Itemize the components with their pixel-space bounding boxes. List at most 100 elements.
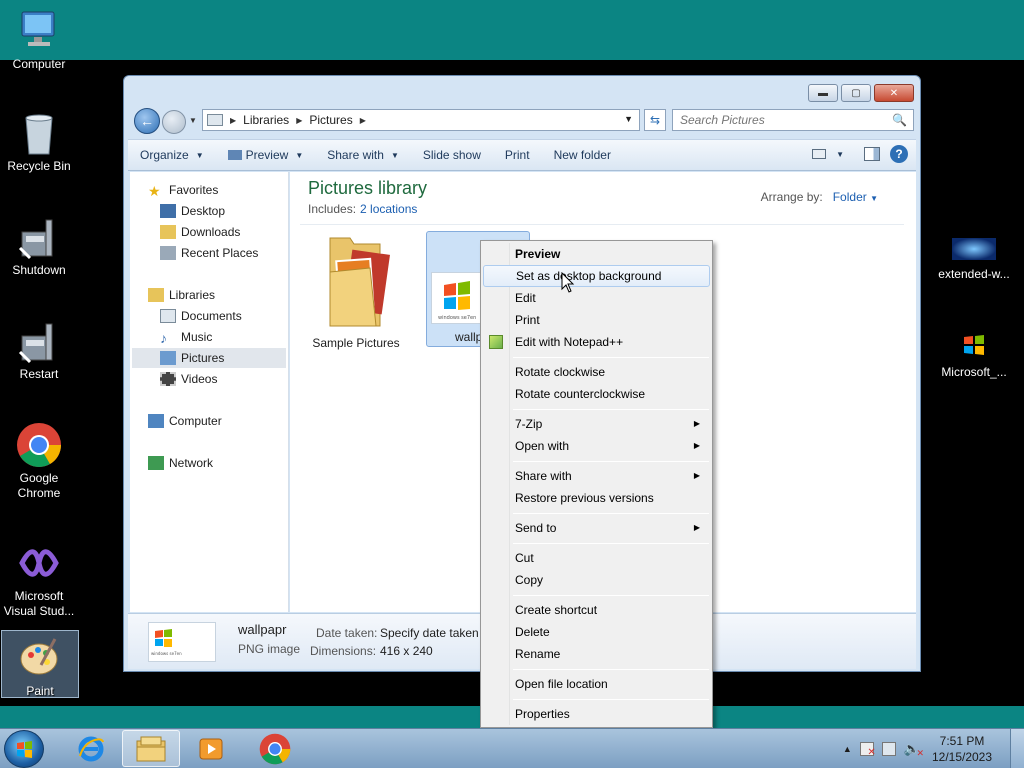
back-button[interactable]: ←	[134, 108, 160, 134]
menu-item-rotate-counterclockwise[interactable]: Rotate counterclockwise	[483, 383, 710, 405]
svg-text:windows se7en: windows se7en	[151, 651, 182, 656]
network-tray-icon[interactable]	[881, 742, 896, 756]
chevron-right-icon[interactable]: ▶	[360, 116, 366, 125]
desktop-icon-shutdown[interactable]: Shutdown	[0, 214, 78, 278]
libraries-icon	[148, 288, 164, 302]
nav-documents[interactable]: Documents	[160, 306, 242, 326]
desktop-icon-extended-wallpaper[interactable]: extended-w...	[934, 236, 1014, 282]
menu-item-share-with[interactable]: Share with ▶	[483, 465, 710, 487]
action-center-icon[interactable]: ✕	[859, 742, 876, 758]
menu-item-properties[interactable]: Properties	[483, 703, 710, 725]
menu-item-rotate-clockwise[interactable]: Rotate clockwise	[483, 361, 710, 383]
desktop-icon-visual-studio[interactable]: Microsoft Visual Stud...	[0, 540, 78, 619]
search-icon[interactable]: 🔍	[892, 113, 907, 127]
preview-button[interactable]: Preview ▼	[216, 143, 316, 167]
menu-item-cut[interactable]: Cut	[483, 547, 710, 569]
menu-item-copy[interactable]: Copy	[483, 569, 710, 591]
clock[interactable]: 7:51 PM 12/15/2023	[928, 733, 996, 765]
paint-icon	[17, 635, 63, 681]
help-icon[interactable]: ?	[890, 145, 908, 163]
submenu-arrow-icon: ▶	[693, 523, 700, 532]
menu-item-set-as-desktop-background[interactable]: Set as desktop background	[483, 265, 710, 287]
breadcrumb-libraries[interactable]: Libraries	[243, 113, 289, 127]
nav-computer[interactable]: Computer	[148, 411, 222, 431]
nav-pictures[interactable]: Pictures	[132, 348, 286, 368]
view-dropdown-icon[interactable]: ▼	[836, 150, 844, 159]
nav-favorites[interactable]: ★ Favorites	[148, 180, 218, 200]
organize-button[interactable]: Organize ▼	[128, 143, 216, 167]
menu-item-open-file-location[interactable]: Open file location	[483, 673, 710, 695]
computer-icon	[148, 414, 164, 428]
chevron-right-icon[interactable]: ▶	[230, 116, 236, 125]
start-button[interactable]	[4, 730, 44, 768]
back-arrow-icon: ←	[140, 113, 154, 129]
menu-item-create-shortcut[interactable]: Create shortcut	[483, 599, 710, 621]
menu-item-preview[interactable]: Preview	[483, 243, 710, 265]
png-thumbnail-icon: windows se7en	[431, 272, 485, 324]
search-box: 🔍	[672, 109, 914, 131]
visual-studio-icon	[16, 540, 62, 586]
menu-item-send-to[interactable]: Send to ▶	[483, 517, 710, 539]
dropdown-arrow-icon: ▼	[295, 150, 304, 160]
nav-desktop[interactable]: Desktop	[160, 201, 225, 221]
menu-item-open-with[interactable]: Open with ▶	[483, 435, 710, 457]
address-dropdown-icon[interactable]: ▼	[624, 114, 633, 124]
details-dimensions-value: 416 x 240	[380, 644, 433, 658]
taskbar-google-chrome[interactable]	[246, 730, 304, 767]
close-icon: ✕	[889, 87, 899, 99]
videos-icon	[160, 372, 176, 386]
desktop-icon-restart[interactable]: Restart	[0, 318, 78, 382]
search-input[interactable]	[673, 110, 873, 130]
print-button[interactable]: Print	[493, 143, 542, 167]
maximize-button[interactable]: ▢	[841, 84, 871, 102]
nav-videos[interactable]: Videos	[160, 369, 217, 389]
desktop-icon-paint[interactable]: Paint	[1, 630, 79, 698]
recent-pages-dropdown[interactable]: ▼	[189, 116, 197, 125]
chevron-right-icon[interactable]: ▶	[296, 116, 302, 125]
details-date-value[interactable]: Specify date taken	[380, 626, 479, 640]
library-title: Pictures library	[308, 178, 428, 198]
menu-item-rename[interactable]: Rename	[483, 643, 710, 665]
breadcrumb-pictures[interactable]: Pictures	[309, 113, 352, 127]
forward-button[interactable]	[162, 110, 186, 134]
desktop-icon-recycle-bin[interactable]: Recycle Bin	[0, 110, 78, 174]
desktop-icon-google-chrome[interactable]: Google Chrome	[0, 422, 78, 501]
nav-music[interactable]: ♪ Music	[160, 327, 212, 347]
desktop-folder-icon	[160, 204, 176, 218]
change-view-icon[interactable]	[812, 149, 827, 159]
desktop-icon-computer[interactable]: Computer	[0, 8, 78, 72]
taskbar-media-player[interactable]	[182, 730, 240, 767]
menu-item-edit-with-notepadpp[interactable]: Edit with Notepad++	[483, 331, 710, 353]
address-bar[interactable]: ▶ Libraries ▶ Pictures ▶ ▼	[202, 109, 640, 131]
minimize-button[interactable]: ▬	[808, 84, 838, 102]
menu-item-print[interactable]: Print	[483, 309, 710, 331]
preview-pane-icon[interactable]	[864, 147, 880, 161]
volume-muted-icon[interactable]: 🔈 ✕	[904, 741, 924, 758]
menu-item-restore-previous-versions[interactable]: Restore previous versions	[483, 487, 710, 509]
menu-item-delete[interactable]: Delete	[483, 621, 710, 643]
slide-show-button[interactable]: Slide show	[411, 143, 493, 167]
nav-downloads[interactable]: Downloads	[160, 222, 240, 242]
share-with-button[interactable]: Share with ▼	[315, 143, 411, 167]
show-desktop-button[interactable]	[1010, 729, 1024, 768]
menu-item-7-zip[interactable]: 7-Zip ▶	[483, 413, 710, 435]
network-icon	[148, 456, 164, 470]
taskbar-windows-explorer[interactable]	[122, 730, 180, 767]
context-menu: Preview Set as desktop background Edit P…	[480, 240, 713, 728]
chrome-icon	[259, 733, 291, 764]
new-folder-button[interactable]: New folder	[542, 143, 623, 167]
folder-icon	[207, 114, 223, 126]
menu-item-edit[interactable]: Edit	[483, 287, 710, 309]
nav-libraries[interactable]: Libraries	[148, 285, 215, 305]
arrange-by-dropdown[interactable]: Folder ▼	[833, 190, 878, 204]
nav-network[interactable]: Network	[148, 453, 213, 473]
refresh-button[interactable]: ⇆	[644, 109, 666, 131]
music-note-icon: ♪	[160, 330, 167, 346]
file-item-sample-pictures[interactable]: Sample Pictures	[306, 232, 406, 350]
nav-recent-places[interactable]: Recent Places	[160, 243, 258, 263]
show-hidden-icons-icon[interactable]: ▲	[843, 744, 852, 754]
desktop-icon-microsoft-file[interactable]: Microsoft_...	[934, 332, 1014, 380]
close-button[interactable]: ✕	[874, 84, 914, 102]
taskbar-internet-explorer[interactable]	[62, 730, 120, 767]
locations-link[interactable]: 2 locations	[360, 202, 417, 216]
